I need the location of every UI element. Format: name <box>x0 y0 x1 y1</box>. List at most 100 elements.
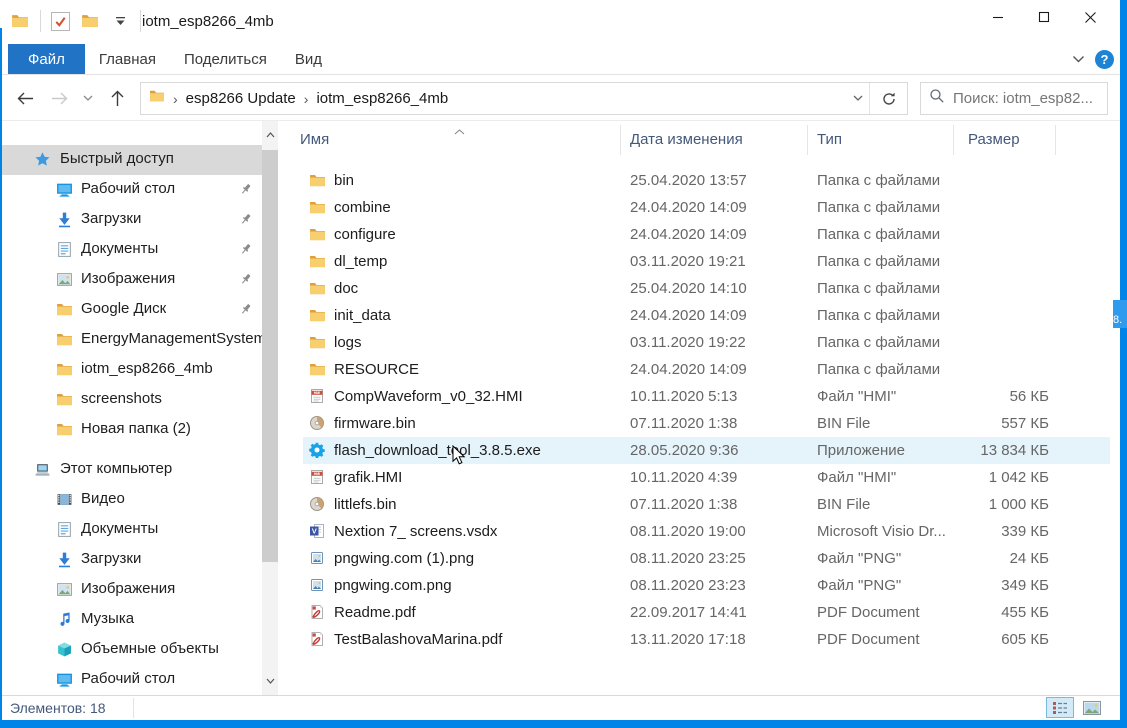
column-divider[interactable] <box>1055 125 1056 155</box>
sidebar-item[interactable]: EnergyManagementSystemN <box>0 325 262 355</box>
ribbon-tab[interactable]: Вид <box>281 44 336 74</box>
sidebar-item[interactable]: Быстрый доступ <box>0 145 262 175</box>
file-name-cell: flash_download_tool_3.8.5.exe <box>334 437 541 464</box>
details-view-button[interactable] <box>1046 697 1074 718</box>
sidebar-item[interactable]: Музыка <box>0 605 262 635</box>
sidebar-item-label: Документы <box>81 520 158 537</box>
maximize-button[interactable] <box>1021 0 1067 34</box>
item-count: Элементов: 18 <box>10 700 106 716</box>
file-type-cell: Папка с файлами <box>817 356 940 383</box>
search-box[interactable] <box>920 82 1108 115</box>
file-row[interactable]: RESOURCE24.04.2020 14:09Папка с файлами <box>303 356 1110 383</box>
column-header[interactable]: Имя <box>300 131 329 148</box>
file-row[interactable]: bin25.04.2020 13:57Папка с файлами <box>303 167 1110 194</box>
computer-icon <box>34 461 51 478</box>
column-header[interactable]: Дата изменения <box>630 131 743 148</box>
scrollbar-down-icon[interactable] <box>262 673 278 689</box>
scrollbar-up-icon[interactable] <box>262 127 278 143</box>
file-row[interactable]: flash_download_tool_3.8.5.exe 28.05.2020 … <box>303 437 1110 464</box>
breadcrumb-chevron-icon[interactable]: › <box>302 91 311 107</box>
column-divider[interactable] <box>953 125 954 155</box>
file-date-cell: 03.11.2020 19:22 <box>630 329 746 356</box>
file-row[interactable]: VNextion 7_ screens.vsdx08.11.2020 19:00… <box>303 518 1110 545</box>
sidebar-scrollbar-thumb[interactable] <box>262 150 278 562</box>
up-button[interactable] <box>104 86 130 112</box>
sidebar-scrollbar[interactable] <box>262 121 278 695</box>
file-row[interactable]: HMICompWaveform_v0_32.HMI10.11.2020 5:13… <box>303 383 1110 410</box>
file-row[interactable]: firmware.bin07.11.2020 1:38BIN File557 К… <box>303 410 1110 437</box>
sidebar-item[interactable]: Рабочий стол <box>0 175 262 205</box>
file-row[interactable]: init_data24.04.2020 14:09Папка с файлами <box>303 302 1110 329</box>
navigation-pane: Быстрый доступРабочий столЗагрузкиДокуме… <box>0 121 262 695</box>
help-button[interactable]: ? <box>1095 50 1114 69</box>
file-row[interactable]: littlefs.bin07.11.2020 1:38BIN File1 000… <box>303 491 1110 518</box>
ribbon-tab[interactable]: Поделиться <box>170 44 281 74</box>
file-row[interactable]: pngwing.com.png08.11.2020 23:23Файл "PNG… <box>303 572 1110 599</box>
file-date-cell: 28.05.2020 9:36 <box>630 437 738 464</box>
file-row[interactable]: pngwing.com (1).png08.11.2020 23:25Файл … <box>303 545 1110 572</box>
sidebar-item[interactable]: Загрузки <box>0 205 262 235</box>
address-bar[interactable]: › esp8266 Update › iotm_esp8266_4mb <box>140 82 908 115</box>
breadcrumb-item[interactable]: iotm_esp8266_4mb <box>316 90 448 107</box>
sidebar-item[interactable]: Документы <box>0 515 262 545</box>
file-row[interactable]: HMIgrafik.HMI10.11.2020 4:39Файл "HMI"1 … <box>303 464 1110 491</box>
back-button[interactable] <box>12 86 38 112</box>
sidebar-item[interactable]: Видео <box>0 485 262 515</box>
search-input[interactable] <box>953 90 1099 107</box>
qat-new-folder-icon[interactable] <box>80 11 100 31</box>
column-divider[interactable] <box>620 125 621 155</box>
file-name-cell: grafik.HMI <box>334 464 402 491</box>
file-date-cell: 07.11.2020 1:38 <box>630 410 737 437</box>
qat-checkmark-icon[interactable] <box>51 12 70 31</box>
ribbon-tab[interactable]: Файл <box>8 44 85 74</box>
explorer-window: iotm_esp8266_4mb ФайлГлавнаяПоделитьсяВи… <box>0 0 1120 720</box>
breadcrumb-item[interactable]: esp8266 Update <box>186 90 296 107</box>
file-name-cell: configure <box>334 221 396 248</box>
address-folder-icon <box>149 88 165 109</box>
file-row[interactable]: TestBalashovaMarina.pdf13.11.2020 17:18P… <box>303 626 1110 653</box>
sidebar-item[interactable]: Рабочий стол <box>0 665 262 695</box>
file-row[interactable]: logs03.11.2020 19:22Папка с файлами <box>303 329 1110 356</box>
ribbon-expand-chevron-icon[interactable] <box>1072 51 1085 69</box>
file-type-cell: Папка с файлами <box>817 248 940 275</box>
sidebar-item[interactable]: Этот компьютер <box>0 455 262 485</box>
column-divider[interactable] <box>807 125 808 155</box>
file-name-cell: firmware.bin <box>334 410 416 437</box>
sidebar-item[interactable]: screenshots <box>0 385 262 415</box>
recent-locations-chevron-icon[interactable] <box>80 86 96 112</box>
column-header[interactable]: Тип <box>817 131 842 148</box>
breadcrumb-chevron-icon[interactable]: › <box>171 91 180 107</box>
sidebar-item-label: Изображения <box>81 580 175 597</box>
address-dropdown-chevron-icon[interactable] <box>847 83 869 114</box>
qat-customize-chevron-icon[interactable] <box>110 11 130 31</box>
sort-ascending-icon[interactable] <box>454 122 465 140</box>
sidebar-item[interactable]: Документы <box>0 235 262 265</box>
refresh-button[interactable] <box>869 83 907 114</box>
sidebar-item[interactable]: Изображения <box>0 265 262 295</box>
close-button[interactable] <box>1067 0 1113 34</box>
thumbnail-view-button[interactable] <box>1078 697 1106 718</box>
file-type-cell: Папка с файлами <box>817 275 940 302</box>
sidebar-item[interactable]: Загрузки <box>0 545 262 575</box>
cube-icon <box>56 641 73 658</box>
sidebar-item-label: Видео <box>81 490 125 507</box>
file-size-cell: 455 КБ <box>863 599 1049 626</box>
file-list: Имя Дата изменения Тип Размер bin25.04.2020… <box>280 121 1120 695</box>
file-row[interactable]: doc25.04.2020 14:10Папка с файлами <box>303 275 1110 302</box>
sidebar-item[interactable]: Google Диск <box>0 295 262 325</box>
sidebar-item-label: Рабочий стол <box>81 670 175 687</box>
sidebar-item[interactable]: Объемные объекты <box>0 635 262 665</box>
column-header[interactable]: Размер <box>968 131 1020 148</box>
sidebar-item[interactable]: Изображения <box>0 575 262 605</box>
sidebar-item[interactable]: Новая папка (2) <box>0 415 262 445</box>
file-row[interactable]: configure24.04.2020 14:09Папка с файлами <box>303 221 1110 248</box>
file-row[interactable]: Readme.pdf22.09.2017 14:41PDF Document45… <box>303 599 1110 626</box>
sidebar-item[interactable]: iotm_esp8266_4mb <box>0 355 262 385</box>
ribbon-tab[interactable]: Главная <box>85 44 170 74</box>
file-row[interactable]: dl_temp03.11.2020 19:21Папка с файлами <box>303 248 1110 275</box>
file-date-cell: 10.11.2020 5:13 <box>630 383 737 410</box>
minimize-button[interactable] <box>975 0 1021 34</box>
file-row[interactable]: combine24.04.2020 14:09Папка с файлами <box>303 194 1110 221</box>
desktop-edge <box>0 28 2 720</box>
forward-button[interactable] <box>46 86 72 112</box>
